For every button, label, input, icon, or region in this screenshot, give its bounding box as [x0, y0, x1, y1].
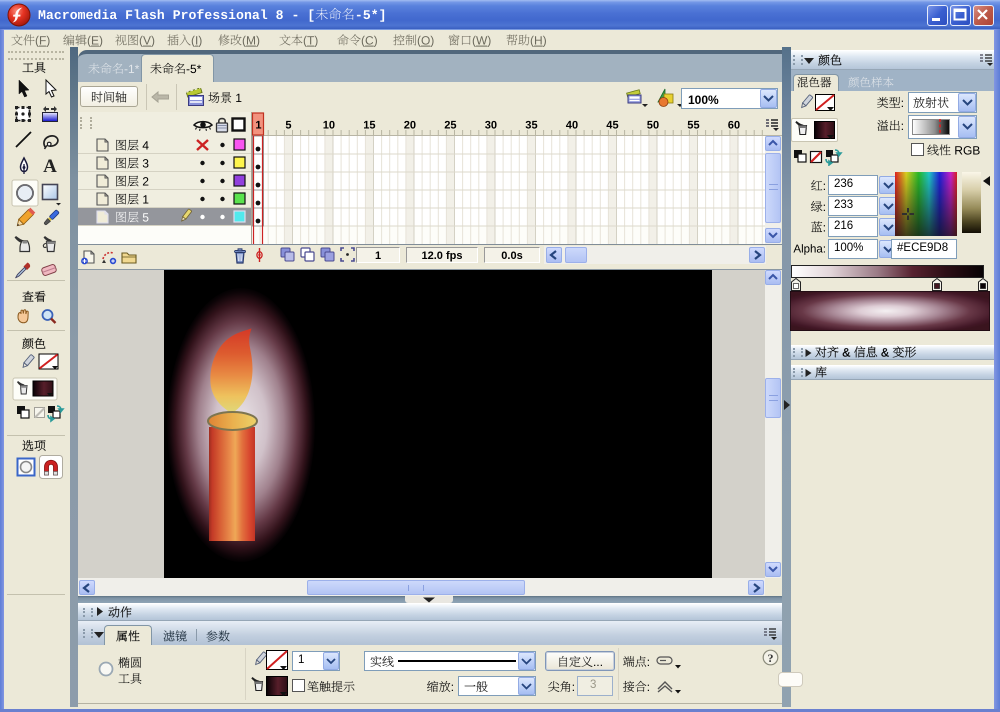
svg-text:?: ? [768, 651, 774, 665]
